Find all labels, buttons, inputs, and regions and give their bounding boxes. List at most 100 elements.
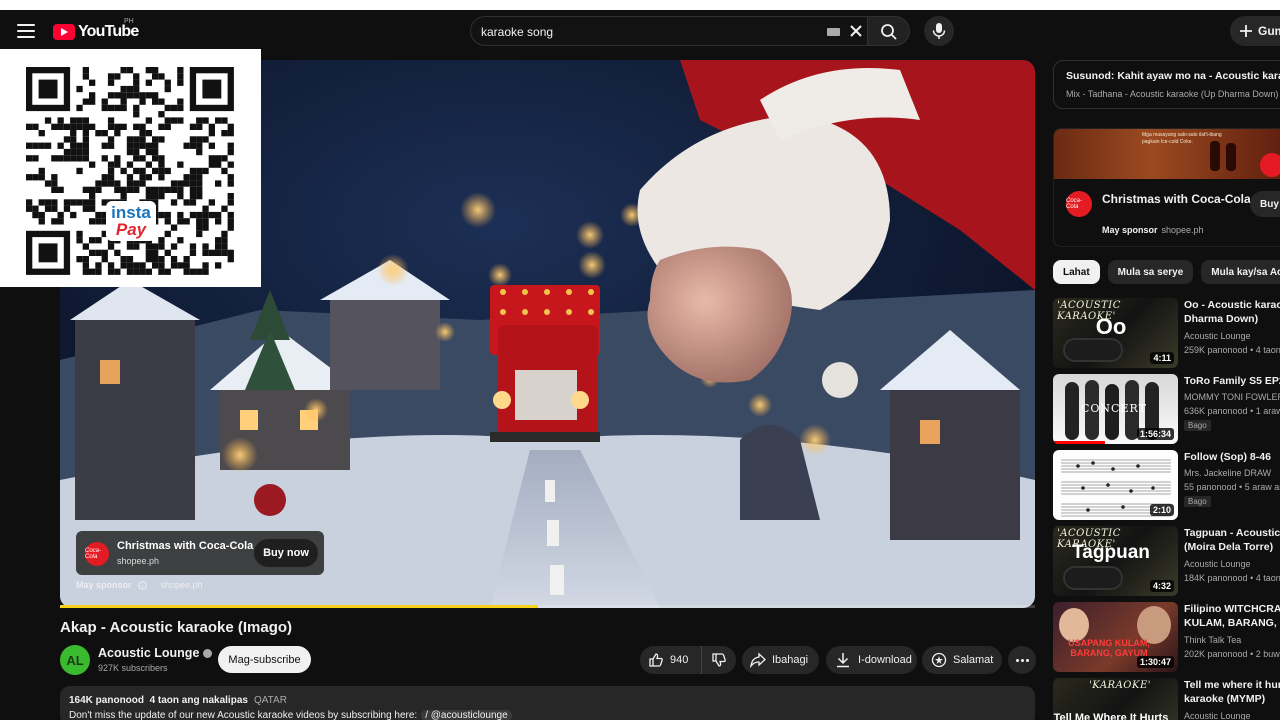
channel-name[interactable]: Acoustic Lounge [98,646,199,660]
qr-module [82,67,89,74]
qr-module [89,249,96,256]
qr-module [82,148,89,156]
recommendation-item[interactable]: 'ACOUSTIC KARAOKE' Tagpuan 4:32 Tagpuan … [1053,526,1280,596]
qr-module [107,92,115,99]
qr-module [208,211,215,219]
qr-module [44,205,52,212]
qr-module [89,205,96,212]
qr-module [177,218,184,225]
recommendation-item[interactable]: 'KARAOKE' Tell Me Where It Hurts Tell me… [1053,678,1280,720]
channel-handle-link[interactable]: / @acousticlounge [421,710,512,720]
qr-module [158,262,165,269]
qr-module [101,180,108,187]
create-button[interactable]: Gum [1230,16,1280,46]
share-button[interactable]: Ibahagi [742,646,819,674]
location-tag[interactable]: QATAR [254,695,287,706]
qr-module [208,249,215,256]
download-button[interactable]: I-download [826,646,917,674]
sidebar-ad[interactable]: Mga masayang salo-salo ilat't-ibang pagk… [1053,128,1280,247]
qr-module [114,155,121,162]
voice-search-button[interactable] [924,16,954,46]
qr-module [133,136,140,143]
qr-module [133,104,140,112]
chip-all[interactable]: Lahat [1053,260,1100,284]
qr-module [202,249,209,256]
qr-module [196,211,203,219]
qr-module [227,161,234,168]
like-button[interactable]: 940 [640,646,702,674]
recommendation-item[interactable]: CONCERT 1:56:34 ToRo Family S5 EP23 MOMM… [1053,374,1280,444]
qr-module [227,180,234,187]
qr-module [126,262,134,269]
overlay-buy-now-button[interactable]: Buy now [254,539,318,567]
video-thumbnail[interactable]: CONCERT 1:56:34 [1053,374,1178,444]
youtube-logo[interactable]: YouTube [53,23,139,41]
sidebar-ad-banner[interactable]: Mga masayang salo-salo ilat't-ibang pagk… [1054,129,1280,179]
qr-module [51,218,58,225]
qr-module [57,117,64,124]
chip-from-series[interactable]: Mula sa serye [1107,260,1194,284]
up-next-subtitle: Mix - Tadhana - Acoustic karaoke (Up Dha… [1066,89,1279,99]
clear-search-icon[interactable] [847,22,865,40]
thanks-button[interactable]: Salamat [922,646,1002,674]
up-next-panel[interactable]: Susunod: Kahit ayaw mo na - Acoustic kar… [1053,60,1280,109]
qr-module [158,193,165,200]
hamburger-menu-icon[interactable] [17,24,35,38]
overlay-sponsor-domain[interactable]: shopee.ph [161,580,203,590]
qr-module [183,199,190,206]
overlay-ad-card[interactable]: Coca-Cola Christmas with Coca-Cola shope… [76,531,324,575]
qr-module [126,148,134,156]
video-thumbnail[interactable]: 'ACOUSTIC KARAOKE' Oo 4:11 [1053,298,1178,368]
thumbnail-title: Oo [1095,314,1127,339]
keyboard-icon[interactable] [827,28,840,36]
search-button[interactable] [868,16,910,46]
sidebar-ad-buy-button[interactable]: Buy [1250,191,1280,217]
qr-module [183,256,190,263]
video-thumbnail[interactable]: USAPANG KULAM, BARANG, GAYUM 1:30:47 [1053,602,1178,672]
recommendation-item[interactable]: 2:10 Follow (Sop) 8-46 Mrs. Jackeline DR… [1053,450,1280,520]
subscribe-button[interactable]: Mag-subscribe [218,646,311,673]
video-thumbnail[interactable]: 'ACOUSTIC KARAOKE' Tagpuan 4:32 [1053,526,1178,596]
qr-module [196,224,203,231]
search-input[interactable] [481,23,801,41]
dislike-button[interactable] [702,646,736,674]
qr-module [114,92,121,99]
overlay-ad-domain: shopee.ph [117,556,160,566]
qr-module [32,174,39,181]
channel-name-row[interactable]: Acoustic Lounge [98,646,213,660]
qr-module [189,199,197,206]
recommendation-item[interactable]: 'ACOUSTIC KARAOKE' Oo 4:11 Oo - Acoustic… [1053,298,1280,368]
description-meta: 164K panonood 4 taon ang nakalipas QATAR [69,695,287,706]
up-next-title: Susunod: Kahit ayaw mo na - Acoustic kar… [1066,70,1280,82]
qr-module [158,123,165,130]
qr-module [177,104,184,112]
qr-module [38,199,45,206]
recommendation-item[interactable]: USAPANG KULAM, BARANG, GAYUM 1:30:47 Fil… [1053,602,1280,672]
qr-module [177,186,184,193]
video-progress-bar[interactable] [60,605,1035,608]
recommendation-title-line: Dharma Down) [1184,313,1259,325]
coca-cola-logo: Coca-Cola [1066,191,1092,217]
video-thumbnail[interactable]: 2:10 [1053,450,1178,520]
qr-module [82,256,89,263]
qr-module [101,249,108,256]
qr-module [170,256,178,263]
qr-module [120,256,127,263]
channel-avatar[interactable]: AL [60,645,90,675]
more-actions-button[interactable] [1008,646,1036,674]
qr-module [215,237,222,244]
qr-module [82,130,89,137]
video-thumbnail[interactable]: 'KARAOKE' Tell Me Where It Hurts [1053,678,1178,720]
video-title: Akap - Acoustic karaoke (Imago) [60,619,293,636]
qr-module [177,180,184,187]
qr-module [152,155,159,162]
description-box[interactable]: 164K panonood 4 taon ang nakalipas QATAR … [60,686,1035,720]
qr-module [57,142,64,149]
qr-module [76,230,83,238]
qr-module [145,193,152,200]
thumbnail-label: 'KARAOKE' [1089,680,1152,691]
info-icon[interactable] [137,580,147,590]
qr-module [133,79,140,86]
qr-module [145,130,152,137]
chip-from-channel[interactable]: Mula kay/sa Acou [1201,260,1280,284]
